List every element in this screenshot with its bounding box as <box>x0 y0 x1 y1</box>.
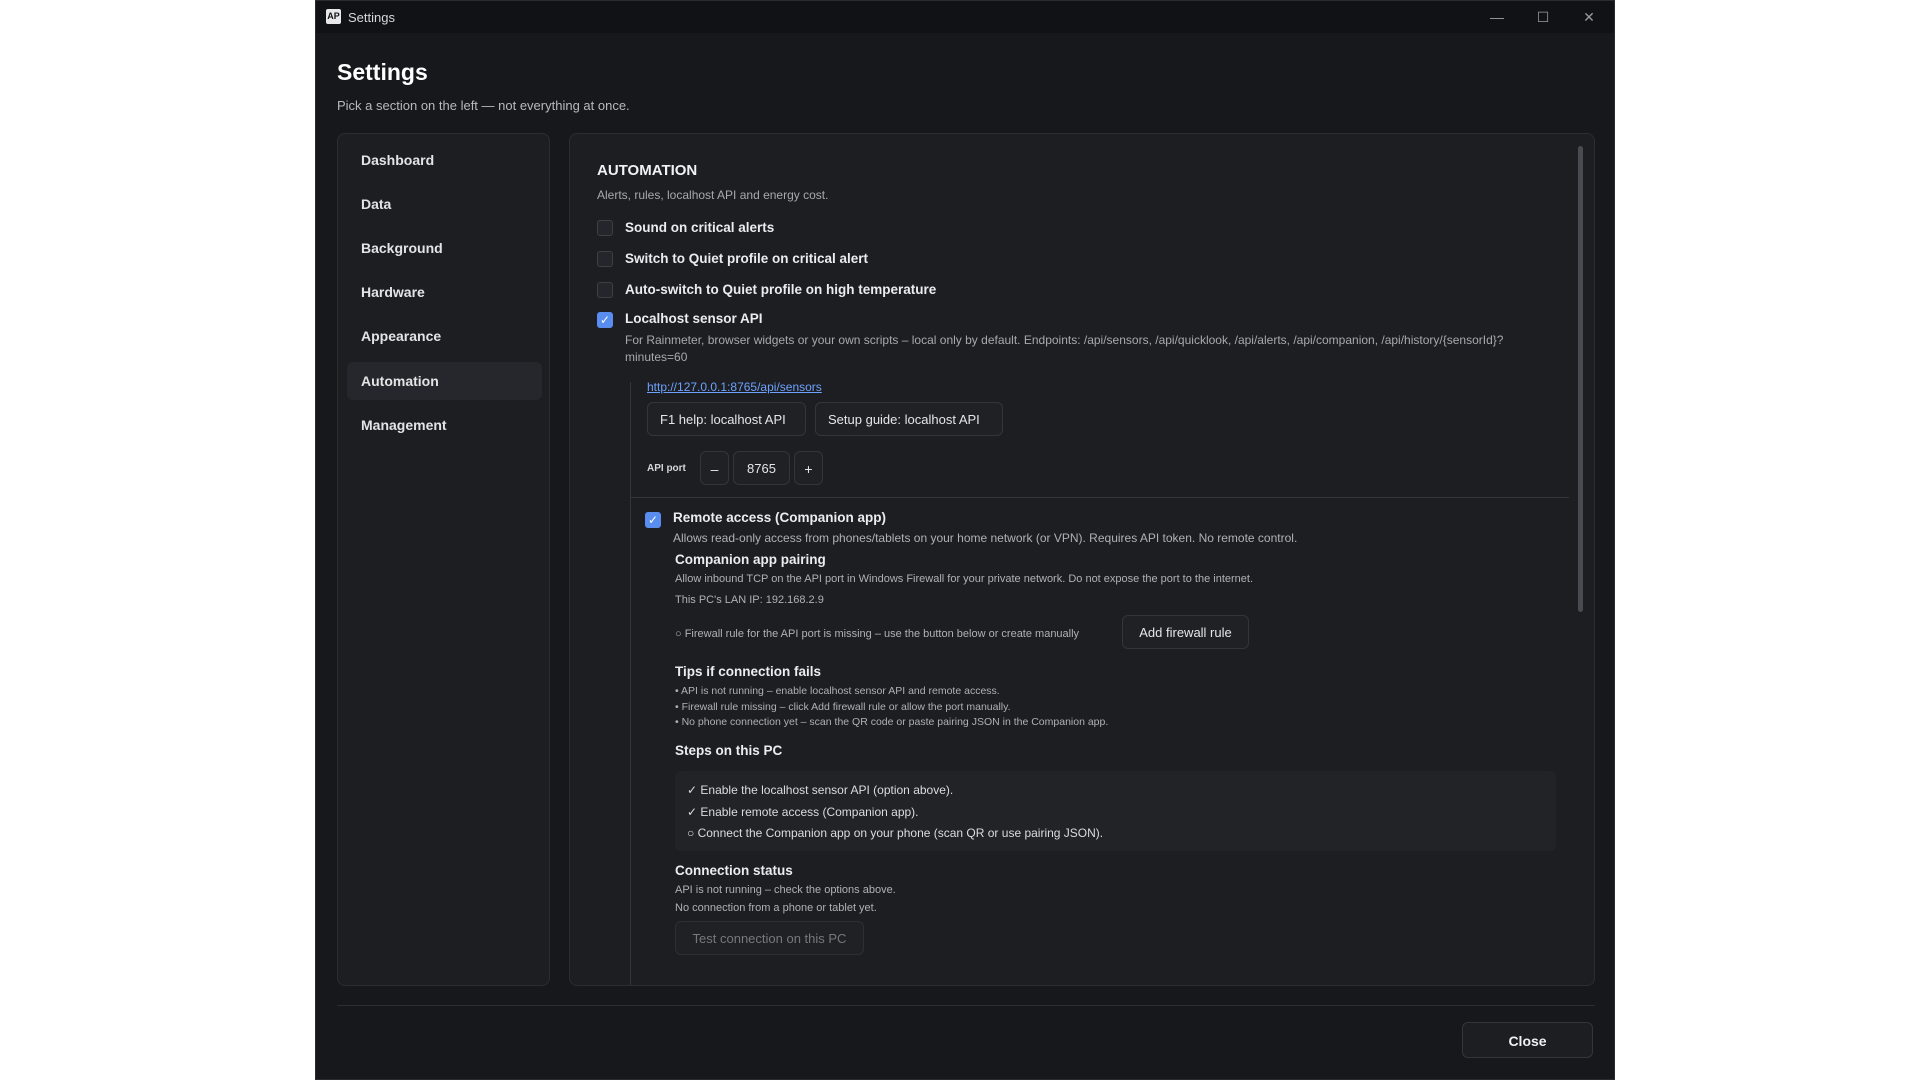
lan-ip: This PC's LAN IP: 192.168.2.9 <box>675 594 824 606</box>
scrollbar-thumb[interactable] <box>1578 146 1583 612</box>
section-title: AUTOMATION <box>597 162 698 179</box>
connection-status-title: Connection status <box>675 863 793 878</box>
tips-title: Tips if connection fails <box>675 664 822 679</box>
api-description: For Rainmeter, browser widgets or your o… <box>625 333 1504 364</box>
page-title: Settings <box>337 59 428 85</box>
sidebar-item-hardware[interactable]: Hardware <box>347 273 542 311</box>
firewall-status: ○ Firewall rule for the API port is miss… <box>675 628 1080 640</box>
step-item: ✓ Enable the localhost sensor API (optio… <box>687 783 954 797</box>
quiet-on-temp-label[interactable]: Auto-switch to Quiet profile on high tem… <box>625 282 936 297</box>
tip-item: • No phone connection yet – scan the QR … <box>675 716 1109 728</box>
port-decrement-button[interactable]: – <box>700 451 729 485</box>
close-icon[interactable]: ✕ <box>1566 1 1612 33</box>
indent-guide <box>630 382 631 985</box>
pairing-title: Companion app pairing <box>675 552 826 567</box>
page-subtitle: Pick a section on the left — not everyth… <box>337 98 630 113</box>
remote-access-description: Allows read-only access from phones/tabl… <box>673 531 1298 545</box>
sidebar-item-dashboard[interactable]: Dashboard <box>347 141 542 179</box>
api-port-label: API port <box>647 463 686 474</box>
step-item: ✓ Enable remote access (Companion app). <box>687 805 919 819</box>
localhost-api-checkbox[interactable]: ✓ <box>597 312 613 328</box>
section-subtitle: Alerts, rules, localhost API and energy … <box>597 188 829 202</box>
quiet-on-critical-checkbox[interactable] <box>597 251 613 267</box>
app-logo-icon: AP <box>326 9 341 24</box>
step-item: ○ Connect the Companion app on your phon… <box>687 826 1104 840</box>
sound-alerts-label[interactable]: Sound on critical alerts <box>625 220 774 235</box>
quiet-on-critical-label[interactable]: Switch to Quiet profile on critical aler… <box>625 251 868 266</box>
steps-box: ✓ Enable the localhost sensor API (optio… <box>675 771 1556 851</box>
window-title: Settings <box>348 10 395 25</box>
add-firewall-rule-button[interactable]: Add firewall rule <box>1122 615 1249 649</box>
divider <box>631 497 1569 498</box>
localhost-api-guide-button[interactable]: Setup guide: localhost API <box>815 402 1003 436</box>
port-increment-button[interactable]: + <box>794 451 823 485</box>
sidebar-item-management[interactable]: Management <box>347 406 542 444</box>
remote-access-label[interactable]: Remote access (Companion app) <box>673 510 886 525</box>
sidebar-item-appearance[interactable]: Appearance <box>347 317 542 355</box>
localhost-api-label[interactable]: Localhost sensor API <box>625 311 763 326</box>
minimize-icon[interactable]: — <box>1474 1 1520 33</box>
automation-panel: AUTOMATION Alerts, rules, localhost API … <box>569 133 1595 986</box>
port-input[interactable]: 8765 <box>733 451 790 485</box>
connection-status-line: No connection from a phone or tablet yet… <box>675 902 877 914</box>
settings-sidebar: Dashboard Data Background Hardware Appea… <box>337 133 550 986</box>
footer-divider <box>337 1005 1595 1006</box>
sound-alerts-checkbox[interactable] <box>597 220 613 236</box>
settings-window: AP Settings — ☐ ✕ Settings Pick a sectio… <box>315 0 1615 1080</box>
remote-access-checkbox[interactable]: ✓ <box>645 512 661 528</box>
sidebar-item-automation[interactable]: Automation <box>347 362 542 400</box>
maximize-icon[interactable]: ☐ <box>1520 1 1566 33</box>
test-connection-button[interactable]: Test connection on this PC <box>675 921 864 955</box>
tip-item: • Firewall rule missing – click Add fire… <box>675 701 1011 713</box>
pairing-text: Allow inbound TCP on the API port in Win… <box>675 573 1254 585</box>
localhost-api-help-button[interactable]: F1 help: localhost API <box>647 402 806 436</box>
sidebar-item-data[interactable]: Data <box>347 185 542 223</box>
sidebar-item-background[interactable]: Background <box>347 229 542 267</box>
close-button[interactable]: Close <box>1462 1022 1593 1058</box>
steps-title: Steps on this PC <box>675 743 783 758</box>
quiet-on-temp-checkbox[interactable] <box>597 282 613 298</box>
tip-item: • API is not running – enable localhost … <box>675 685 1000 697</box>
connection-status-line: API is not running – check the options a… <box>675 884 896 896</box>
api-url-link[interactable]: http://127.0.0.1:8765/api/sensors <box>647 380 822 394</box>
title-bar: AP Settings — ☐ ✕ <box>316 1 1614 33</box>
